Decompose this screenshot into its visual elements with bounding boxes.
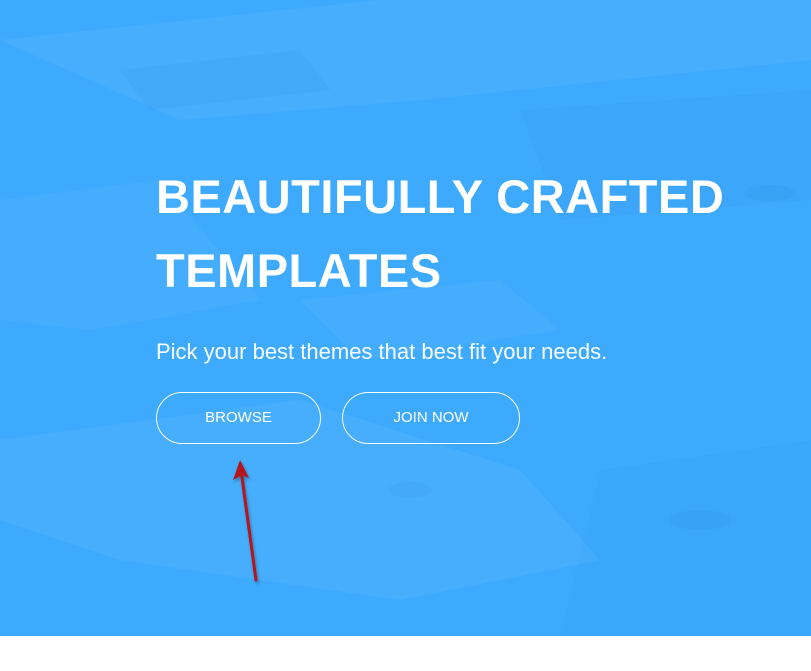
arrow-up-icon [233, 460, 258, 582]
hero-button-group: BROWSE JOIN NOW [156, 392, 520, 444]
hero-section: BEAUTIFULLY CRAFTED TEMPLATES Pick your … [0, 0, 811, 636]
hero-title: BEAUTIFULLY CRAFTED TEMPLATES [156, 160, 776, 308]
hero-content: BEAUTIFULLY CRAFTED TEMPLATES Pick your … [156, 160, 776, 366]
hero-title-line-1: BEAUTIFULLY CRAFTED [156, 170, 725, 223]
join-now-button[interactable]: JOIN NOW [342, 392, 520, 444]
hero-subtitle: Pick your best themes that best fit your… [156, 339, 608, 364]
page-footer-space [0, 636, 811, 671]
browse-button[interactable]: BROWSE [156, 392, 321, 444]
hero-title-line-2: TEMPLATES [156, 244, 442, 297]
